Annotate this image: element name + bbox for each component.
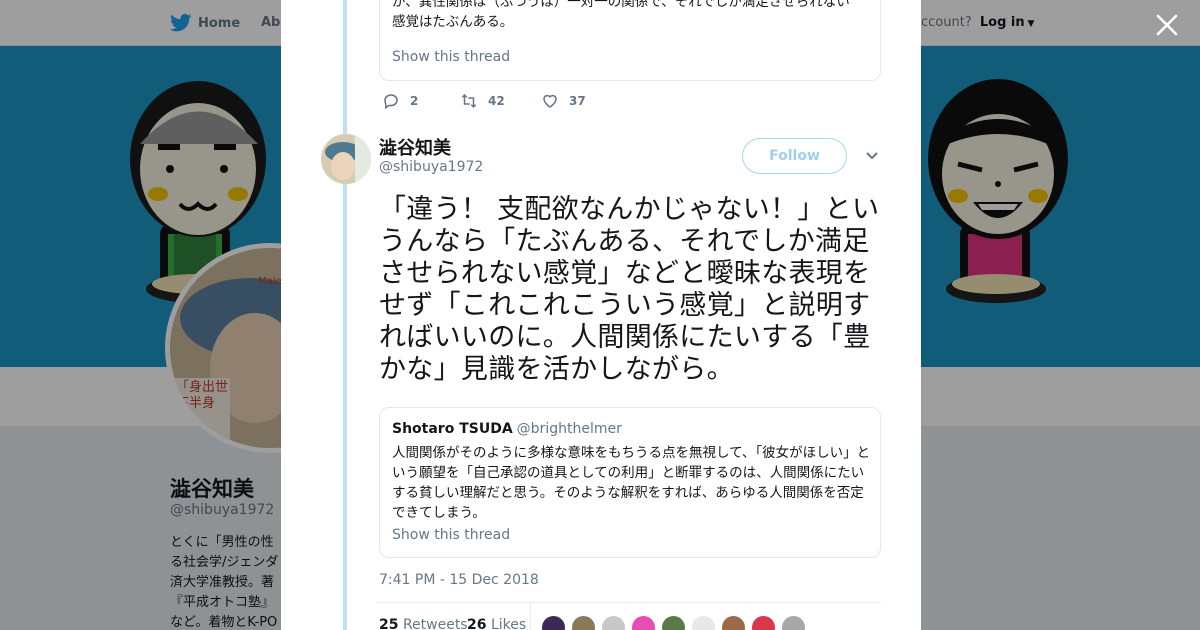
chevron-down-icon[interactable] xyxy=(864,149,880,163)
previous-quoted-tweet-card[interactable]: が、異性関係は（ふつうは）一対一の関係で、それでしか満足させられない 感覚はたぶ… xyxy=(379,0,881,81)
liker-avatar[interactable] xyxy=(661,615,686,630)
quoted-tweet-text: 人間関係がそのように多様な意味をもちうる点を無視して、「彼女がほしい」という願望… xyxy=(392,445,871,521)
liker-avatar[interactable] xyxy=(631,615,656,630)
likes-count: 26 xyxy=(467,617,487,630)
like-icon xyxy=(543,94,557,108)
liker-avatar[interactable] xyxy=(541,615,566,630)
liker-avatar[interactable] xyxy=(721,615,746,630)
retweets-stat[interactable]: 25 Retweets xyxy=(379,617,468,630)
thread-connector-line xyxy=(343,0,347,630)
quoted-author-name: Shotaro TSUDA xyxy=(392,421,513,437)
author-avatar[interactable] xyxy=(321,134,371,184)
tweet-timestamp[interactable]: 7:41 PM - 15 Dec 2018 xyxy=(379,572,539,588)
tweet-permalink-modal: が、異性関係は（ふつうは）一対一の関係で、それでしか満足させられない 感覚はたぶ… xyxy=(281,0,921,630)
retweet-icon xyxy=(461,93,477,109)
like-action[interactable]: 37 xyxy=(541,92,586,110)
liker-avatars xyxy=(541,615,806,630)
quoted-tweet-text: が、異性関係は（ふつうは）一対一の関係で、それでしか満足させられない 感覚はたぶ… xyxy=(392,0,850,30)
tweet-stats: 25 Retweets 26 Likes xyxy=(376,602,881,630)
likes-stat[interactable]: 26 Likes xyxy=(467,617,526,630)
retweets-count: 25 xyxy=(379,617,399,630)
liker-avatar[interactable] xyxy=(601,615,626,630)
quoted-author-handle: @brighthelmer xyxy=(516,421,622,437)
quoted-tweet-card[interactable]: Shotaro TSUDA @brighthelmer 人間関係がそのように多様な… xyxy=(379,407,881,558)
stats-divider xyxy=(530,603,531,630)
retweets-label: Retweets xyxy=(402,617,468,630)
likes-label: Likes xyxy=(490,617,527,630)
reply-count: 2 xyxy=(410,94,419,108)
like-count: 37 xyxy=(569,94,586,108)
show-thread-link[interactable]: Show this thread xyxy=(392,49,510,65)
quoted-author: Shotaro TSUDA @brighthelmer xyxy=(392,421,622,437)
author-name[interactable]: 澁谷知美 xyxy=(379,134,451,160)
show-thread-link[interactable]: Show this thread xyxy=(392,527,510,543)
author-handle[interactable]: @shibuya1972 xyxy=(379,159,483,175)
tweet-text: 「違う！ 支配欲なんかじゃない！」というんなら「たぶんある、それでしか満足させら… xyxy=(379,194,880,385)
close-icon[interactable] xyxy=(1154,12,1180,38)
retweet-action[interactable]: 42 xyxy=(460,92,505,110)
liker-avatar[interactable] xyxy=(691,615,716,630)
liker-avatar[interactable] xyxy=(571,615,596,630)
reply-action[interactable]: 2 xyxy=(382,92,418,110)
reply-icon xyxy=(384,94,398,110)
liker-avatar[interactable] xyxy=(781,615,806,630)
follow-button[interactable]: Follow xyxy=(742,138,847,174)
retweet-count: 42 xyxy=(488,94,505,108)
liker-avatar[interactable] xyxy=(751,615,776,630)
